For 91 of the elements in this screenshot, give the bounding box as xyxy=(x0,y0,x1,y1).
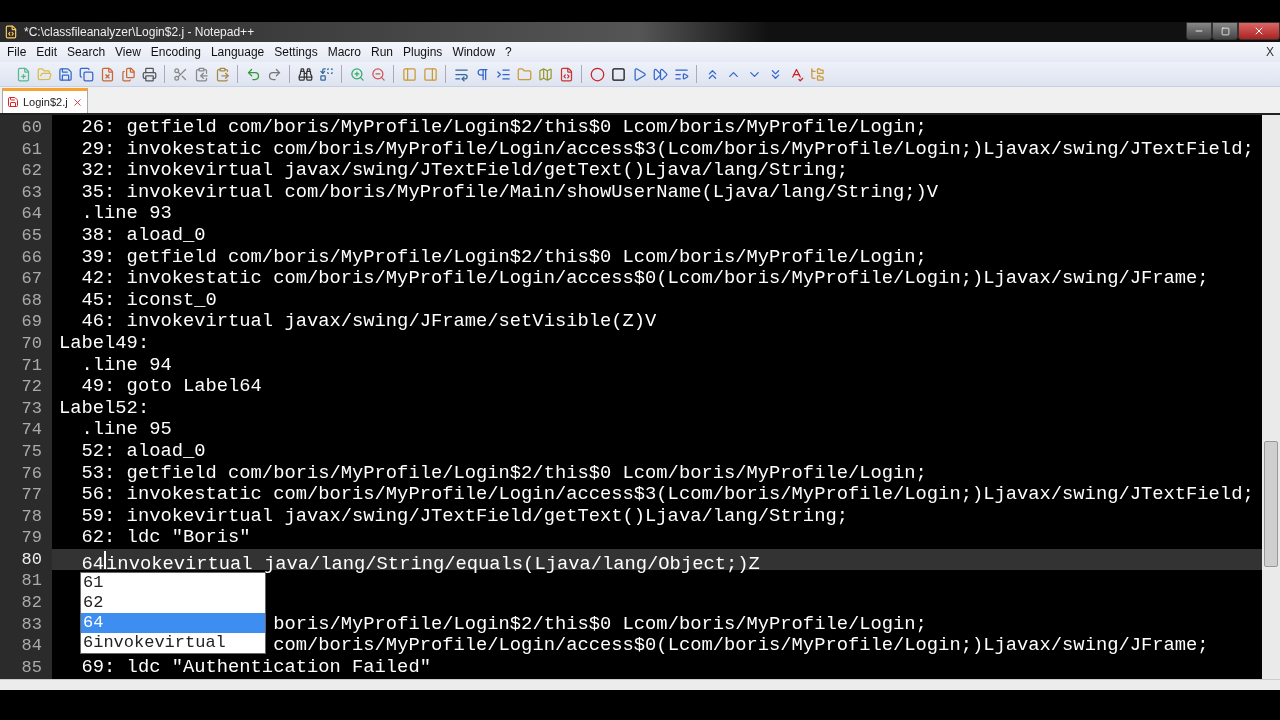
scrollbar[interactable] xyxy=(1262,115,1280,679)
code-line: .line 94 xyxy=(80,354,172,377)
code-line: 49: goto Label64 xyxy=(80,376,262,398)
cut-icon[interactable] xyxy=(171,65,189,83)
line-number: 75 xyxy=(20,440,43,463)
copy-document-icon[interactable] xyxy=(77,65,95,83)
line-number: 82 xyxy=(20,592,43,614)
find-icon[interactable] xyxy=(296,65,314,83)
line-number: 83 xyxy=(20,613,43,636)
print-icon[interactable] xyxy=(140,65,158,83)
line-number: 68 xyxy=(20,289,43,312)
menu-item[interactable]: Run xyxy=(366,45,398,59)
line-number: 69 xyxy=(20,311,43,333)
folder-icon[interactable] xyxy=(515,65,533,83)
panel-left-icon[interactable] xyxy=(400,65,418,83)
menu-item[interactable]: Language xyxy=(205,45,270,59)
line-number: 72 xyxy=(20,376,43,398)
code-line: Label52: xyxy=(59,397,150,420)
close-button[interactable] xyxy=(1238,22,1280,40)
line-number: 61 xyxy=(20,138,43,161)
line-number: 66 xyxy=(20,246,43,269)
line-number: 70 xyxy=(20,332,43,355)
menu-item[interactable]: Window xyxy=(447,45,501,59)
code-line: 32: invokevirtual javax/swing/JTextField/getText()Ljava/lang/String; xyxy=(80,160,848,182)
line-number: 78 xyxy=(20,505,43,528)
close-document-button[interactable]: X xyxy=(1266,45,1274,59)
code-line: com/boris/MyProfile/Login/access$0(Lcom/boris/MyProfile/Login;)Ljavax/swing/JFrame; xyxy=(273,635,1209,657)
code-line: 56: invokestatic com/boris/MyProfile/Login/access$3(Lcom/boris/MyProfile/Login;)Ljavax/swing/JTextField; xyxy=(80,484,1254,506)
stop-icon[interactable] xyxy=(609,65,627,83)
line-number: 85 xyxy=(20,656,43,679)
file-tab[interactable]: Login$2.j xyxy=(2,88,88,113)
menu-item[interactable]: Search xyxy=(62,45,111,59)
menu-item[interactable]: Plugins xyxy=(398,45,448,59)
code-line: 42: invokestatic com/boris/MyProfile/Login/access$0(Lcom/boris/MyProfile/Login;)Ljavax/swing/JFrame; xyxy=(80,268,1209,290)
code-line: 35: invokevirtual com/boris/MyProfile/Main/showUserName(Ljava/lang/String;)V xyxy=(80,181,939,204)
menu-item[interactable]: Macro xyxy=(322,45,366,59)
line-number: 64 xyxy=(20,203,43,225)
zoom-in-icon[interactable] xyxy=(348,65,366,83)
code-line: 38: aload_0 xyxy=(80,224,206,247)
code-line: 45: iconst_0 xyxy=(80,289,217,312)
line-number: 62 xyxy=(20,160,43,182)
line-number: 71 xyxy=(20,354,43,377)
code-line: 62: ldc "Boris" xyxy=(80,527,251,549)
code-line: 46: invokevirtual javax/swing/JFrame/setVisible(Z)V xyxy=(80,311,657,333)
line-number: 77 xyxy=(20,484,43,506)
code-line: 69: ldc "Authentication Failed" xyxy=(80,656,431,679)
maximize-button[interactable] xyxy=(1212,22,1238,40)
minimize-button[interactable] xyxy=(1186,22,1212,40)
menu-item[interactable]: Settings xyxy=(269,45,323,59)
panel-right-icon[interactable] xyxy=(421,65,439,83)
menu-item[interactable]: File xyxy=(2,45,32,59)
line-number: 60 xyxy=(20,117,43,139)
documents-icon[interactable] xyxy=(119,65,137,83)
code-line: 59: invokevirtual javax/swing/JTextField/getText()Ljava/lang/String; xyxy=(80,505,848,528)
app-icon xyxy=(4,25,18,39)
line-number: 76 xyxy=(20,462,43,485)
code-line: 29: invokestatic com/boris/MyProfile/Login/access$3(Lcom/boris/MyProfile/Login;)Ljavax/swing/JTextField; xyxy=(80,138,1254,161)
replace-icon[interactable] xyxy=(317,65,335,83)
window-title: *C:\classfileanalyzer\Login$2.j - Notepad++ xyxy=(24,25,255,39)
close-icon[interactable] xyxy=(71,96,83,108)
line-number: 73 xyxy=(20,397,43,420)
line-number: 81 xyxy=(20,570,43,593)
scroll-thumb[interactable] xyxy=(1264,441,1278,567)
map-icon[interactable] xyxy=(536,65,554,83)
line-number: 80 xyxy=(20,548,43,571)
maximize-icon xyxy=(1220,26,1230,36)
close-icon xyxy=(1253,25,1265,37)
code-line: Label49: xyxy=(59,332,150,355)
folder-tree-icon[interactable] xyxy=(808,65,826,83)
zoom-out-icon[interactable] xyxy=(369,65,387,83)
code-line: 52: aload_0 xyxy=(80,440,206,463)
tab-label: Login$2.j xyxy=(23,96,68,108)
menu-item[interactable]: ? xyxy=(500,45,517,59)
save-icon[interactable] xyxy=(56,65,74,83)
menu-item[interactable]: Edit xyxy=(31,45,63,59)
line-number: 67 xyxy=(20,268,43,290)
line-number: 79 xyxy=(20,527,43,549)
code-line: 53: getfield com/boris/MyProfile/Login$2/this$0 Lcom/boris/MyProfile/Login; xyxy=(80,462,927,485)
record-icon[interactable] xyxy=(588,65,606,83)
code-line: boris/MyProfile/Login$2/this$0 Lcom/boris/MyProfile/Login; xyxy=(273,613,927,636)
line-number: 84 xyxy=(20,635,43,657)
line-number: 74 xyxy=(20,419,43,441)
code-line: .line 93 xyxy=(80,203,172,225)
line-number: 65 xyxy=(20,224,43,247)
line-number: 63 xyxy=(20,181,43,204)
code-line: .line 95 xyxy=(80,419,172,441)
code-line: 64invokevirtual java/lang/String/equals(Ljava/lang/Object;)Z xyxy=(80,549,760,571)
menu-item[interactable]: Encoding xyxy=(145,45,206,59)
code-line: 39: getfield com/boris/MyProfile/Login$2/this$0 Lcom/boris/MyProfile/Login; xyxy=(80,246,927,269)
menu-item[interactable]: View xyxy=(110,45,146,59)
code-line: 26: getfield com/boris/MyProfile/Login$2/this$0 Lcom/boris/MyProfile/Login; xyxy=(80,117,927,139)
